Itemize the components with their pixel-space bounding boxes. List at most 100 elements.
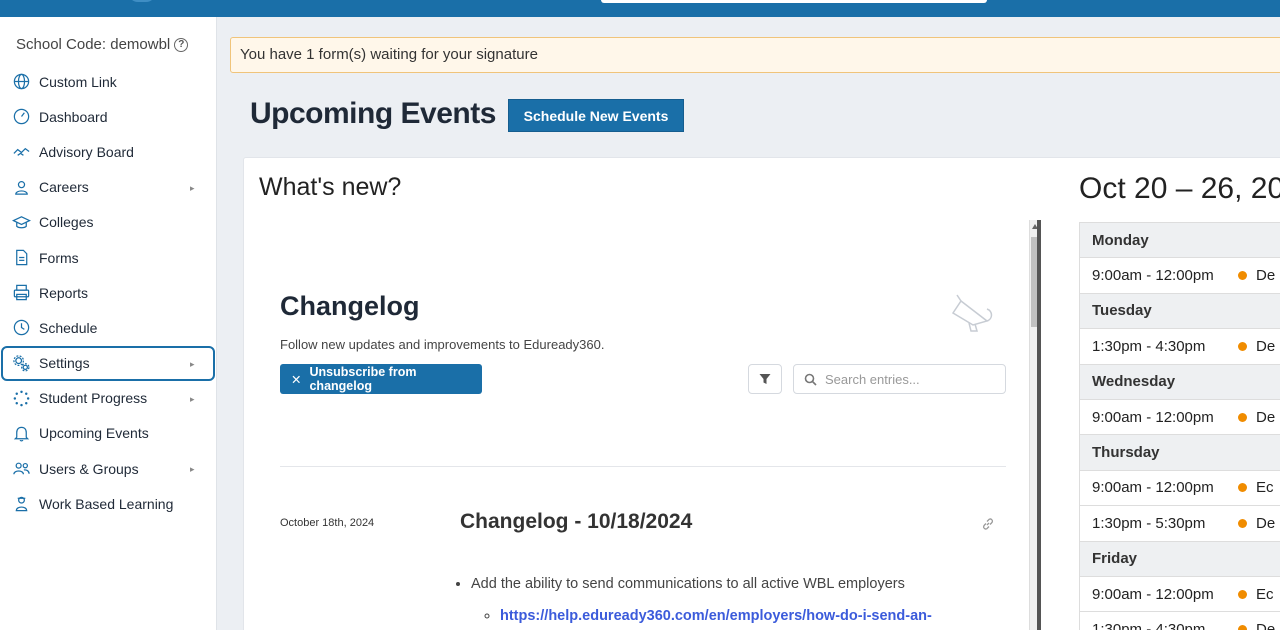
sidebar-item-upcoming-events[interactable]: Upcoming Events [0, 416, 217, 451]
entry-sub-bullets: https://help.eduready360.com/en/employer… [500, 608, 932, 624]
filter-button[interactable] [748, 364, 782, 394]
sidebar-item-student-progress[interactable]: Student Progress ▸ [0, 381, 217, 416]
entry-bullets: Add the ability to send communications t… [471, 576, 905, 605]
globe-icon [13, 73, 30, 90]
filter-icon [759, 374, 771, 384]
divider [280, 466, 1006, 467]
event-dot [1238, 412, 1247, 422]
schedule-new-events-button[interactable]: Schedule New Events [508, 99, 684, 132]
chevron-right-icon: ▸ [190, 393, 195, 404]
calendar-day-header: Monday [1080, 223, 1280, 259]
signature-alert[interactable]: You have 1 form(s) waiting for your sign… [230, 37, 1280, 73]
event-label: De [1256, 514, 1276, 532]
event-dot [1238, 624, 1247, 630]
unsubscribe-label: Unsubscribe from changelog [309, 365, 417, 393]
calendar-event[interactable]: 9:00am - 12:00pm De [1080, 399, 1280, 436]
sidebar-item-custom-link[interactable]: Custom Link [0, 64, 217, 99]
calendar-event[interactable]: 1:30pm - 4:30pm De [1080, 329, 1280, 365]
bell-icon [13, 426, 30, 442]
chevron-right-icon: ▸ [190, 358, 195, 369]
event-time: 9:00am - 12:00pm [1092, 585, 1214, 603]
sidebar-item-settings[interactable]: Settings ▸ [1, 345, 215, 381]
day-label: Thursday [1092, 444, 1160, 462]
sidebar-item-forms[interactable]: Forms [0, 240, 217, 275]
sidebar-item-label: Forms [39, 249, 79, 266]
calendar-day-header: Thursday [1080, 435, 1280, 471]
day-label: Monday [1092, 231, 1149, 249]
search-icon [804, 373, 817, 386]
sidebar-item-label: Settings [39, 355, 90, 372]
sidebar-item-advisory-board[interactable]: Advisory Board [0, 134, 217, 169]
calendar-event[interactable]: 1:30pm - 5:30pm De [1080, 506, 1280, 542]
day-label: Friday [1092, 550, 1138, 568]
graduation-cap-icon [12, 215, 31, 229]
sidebar-item-label: Student Progress [39, 390, 148, 407]
user-icon [15, 180, 28, 195]
calendar-title: Oct 20 – 26, 20 [1079, 172, 1280, 205]
printer-icon [13, 284, 30, 301]
event-time: 1:30pm - 5:30pm [1092, 514, 1206, 532]
search-placeholder: Search entries... [825, 371, 920, 387]
sidebar-item-schedule[interactable]: Schedule [0, 310, 217, 345]
help-icon[interactable]: ? [174, 37, 189, 52]
event-dot [1238, 271, 1247, 281]
worker-icon [15, 497, 28, 512]
event-label: Ec [1256, 479, 1274, 497]
event-label: De [1256, 620, 1276, 630]
chevron-right-icon: ▸ [190, 464, 195, 475]
sidebar-item-label: Schedule [39, 319, 98, 336]
event-time: 1:30pm - 4:30pm [1092, 337, 1206, 355]
unsubscribe-button[interactable]: ✕ Unsubscribe from changelog [280, 364, 482, 394]
event-dot [1238, 341, 1247, 351]
sidebar-item-colleges[interactable]: Colleges [0, 205, 217, 240]
sidebar-item-reports[interactable]: Reports [0, 275, 217, 310]
calendar-day-header: Tuesday [1080, 293, 1280, 330]
alert-text: You have 1 form(s) waiting for your sign… [240, 46, 538, 63]
calendar-event[interactable]: 1:30pm - 4:30pm De [1080, 612, 1280, 630]
calendar-day-header: Friday [1080, 541, 1280, 577]
calendar-event[interactable]: 9:00am - 12:00pm Ec [1080, 576, 1280, 613]
sidebar-item-label: Reports [39, 284, 89, 301]
scroll-edge [1037, 220, 1041, 630]
page-title: Upcoming Events [250, 97, 496, 130]
gauge-icon [13, 109, 30, 125]
event-label: De [1256, 408, 1276, 426]
school-code-label: School Code: demowbl [16, 36, 171, 53]
sidebar-item-careers[interactable]: Careers ▸ [0, 170, 217, 205]
top-bar [0, 0, 1280, 17]
calendar-event[interactable]: 9:00am - 12:00pm De [1080, 258, 1280, 294]
entry-bullet: Add the ability to send communications t… [471, 576, 905, 592]
entry-date: October 18th, 2024 [280, 517, 375, 529]
search-entries-input[interactable]: Search entries... [793, 364, 1006, 394]
document-icon [16, 249, 28, 266]
day-label: Tuesday [1092, 302, 1152, 320]
changelog-title: Changelog [280, 291, 420, 321]
sidebar: School Code: demowbl ? Custom Link Dashb… [0, 17, 217, 630]
sidebar-item-label: Colleges [39, 214, 94, 231]
entry-title: Changelog - 10/18/2024 [460, 510, 693, 533]
global-search-input[interactable] [601, 0, 987, 3]
calendar-event[interactable]: 9:00am - 12:00pm Ec [1080, 470, 1280, 507]
content-card: What's new? Changelog Follow new updates… [243, 157, 1280, 630]
help-article-link[interactable]: https://help.eduready360.com/en/employer… [500, 608, 932, 624]
event-time: 9:00am - 12:00pm [1092, 408, 1214, 426]
calendar-list: Monday 9:00am - 12:00pm De Tuesday 1:30pm… [1079, 222, 1280, 630]
changelog-subtitle: Follow new updates and improvements to E… [280, 337, 605, 352]
sidebar-item-label: Advisory Board [39, 143, 134, 160]
progress-spinner-icon [13, 390, 30, 407]
sidebar-item-users-groups[interactable]: Users & Groups ▸ [0, 451, 217, 486]
sidebar-item-label: Careers [39, 179, 89, 196]
sidebar-item-label: Upcoming Events [39, 425, 149, 442]
event-label: De [1256, 267, 1276, 285]
sidebar-item-dashboard[interactable]: Dashboard [0, 99, 217, 134]
logo[interactable] [128, 0, 156, 2]
link-icon[interactable] [981, 517, 995, 531]
sidebar-item-label: Dashboard [39, 108, 108, 125]
sidebar-item-work-based-learning[interactable]: Work Based Learning [0, 486, 217, 521]
clock-icon [13, 320, 30, 336]
day-label: Wednesday [1092, 373, 1176, 391]
gears-icon [13, 354, 30, 372]
changelog-frame: Changelog Follow new updates and improve… [255, 221, 1039, 630]
event-dot [1238, 518, 1247, 528]
sidebar-nav: Custom Link Dashboard Advisory Board Car… [0, 64, 217, 521]
